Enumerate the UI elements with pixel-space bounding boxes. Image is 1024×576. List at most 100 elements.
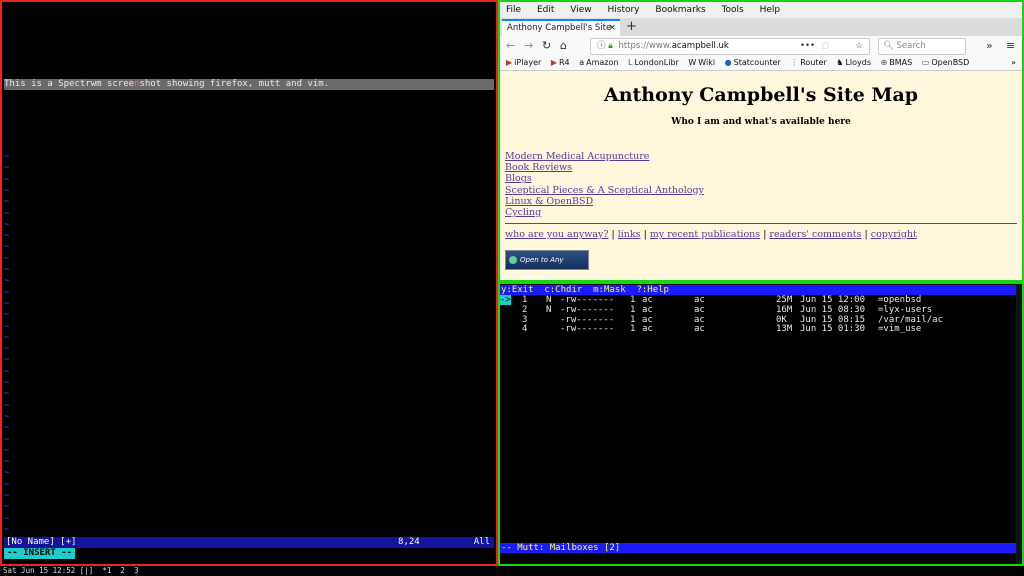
vim-tilde: ~ [4,446,10,456]
vim-buffer-name: [No Name] [+] [6,537,77,547]
vim-text-line[interactable]: This is a Spectrwm screenshot showing fi… [4,79,494,90]
menu-edit[interactable]: Edit [537,5,554,15]
mailbox-num: 1 [522,295,528,305]
vim-tilde: ~ [4,525,10,535]
reload-icon[interactable]: ↻ [542,39,551,53]
search-icon: 🔍︎ [883,41,894,51]
vim-tilde: ~ [4,299,10,309]
new-tab-button[interactable]: + [626,18,637,35]
mutt-scrollbar[interactable] [1016,284,1022,564]
menu-tools[interactable]: Tools [722,5,744,15]
mailbox-name: =openbsd [878,295,922,305]
page-subtitle: Who I am and what's available here [671,117,851,127]
mailbox-size: 13M [776,324,793,335]
menu-file[interactable]: File [506,5,521,15]
bookmark-iplayer[interactable]: ▶ iPlayer [506,58,541,67]
vim-tilde: ~ [4,322,10,332]
link-book-reviews[interactable]: Book Reviews [505,162,704,173]
mailbox-size: 0K [776,314,787,325]
vim-tilde: ~ [4,220,10,230]
vim-tilde: ~ [4,423,10,433]
link-blogs[interactable]: Blogs [505,173,704,184]
r4-icon: ▶ [550,58,557,67]
info-icon[interactable]: ⓘ [597,41,606,51]
bookmark-r4[interactable]: ▶ R4 [551,58,570,67]
mutt-window[interactable]: y:Exit c:Chdir m:Mask ?:Help -> 1 N -rw----… [498,282,1024,566]
vim-tilde: ~ [4,412,10,422]
home-icon[interactable]: ⌂ [560,39,567,53]
statcounter-icon: ● [724,58,732,67]
tab-active[interactable]: Anthony Campbell's Site × [502,19,620,36]
firefox-window[interactable]: File Edit View History Bookmarks Tools H… [498,0,1024,282]
vim-tilde: ~ [4,254,10,264]
link-who-are-you[interactable]: who are you anyway? [505,229,608,240]
vim-window[interactable]: This is a Spectrwm screenshot showing fi… [0,0,498,566]
bookmarks-overflow-icon[interactable]: » [1011,56,1016,70]
hamburger-menu-icon[interactable]: ≡ [1006,39,1015,53]
divider [505,223,1017,224]
mailbox-row[interactable]: 2 N -rw------- 1 ac ac 16M Jun 15 08:30 =lyx-use… [500,305,1016,315]
bookmark-amazon[interactable]: a Amazon [579,58,618,67]
bookmark-statcounter[interactable]: ● Statcounter [725,58,781,67]
link-links[interactable]: links [618,229,641,240]
link-readers-comments[interactable]: readers' comments [769,229,861,240]
search-input[interactable]: 🔍︎ Search [878,38,966,55]
vim-tilde: ~ [4,310,10,320]
vim-tilde: ~ [4,265,10,275]
bookmark-star-icon[interactable]: ☆ [855,39,863,54]
back-arrow-icon[interactable]: ← [506,39,515,53]
menu-view[interactable]: View [570,5,591,15]
bookmark-openbsd[interactable]: ▭ OpenBSD [922,58,970,67]
url-bar[interactable]: ⓘ 🔒︎ https://www.acampbell.uk ••• ◌ ☆ [590,38,870,55]
vim-tilde: ~ [4,231,10,241]
mailbox-date: Jun 15 08:30 [800,304,866,315]
spectrwm-status-bar: Sat Jun 15 12:52 [|] *1 2 3 [0,566,1024,576]
link-publications[interactable]: my recent publications [650,229,760,240]
vim-tilde: ~ [4,197,10,207]
mailbox-row[interactable]: 4 -rw------- 1 ac ac 13M Jun 15 01:30 =vim_use [500,324,1016,334]
bookmark-wiki[interactable]: W Wiki [688,58,715,67]
mutt-help-bar: y:Exit c:Chdir m:Mask ?:Help [500,285,1016,295]
vim-tilde: ~ [4,209,10,219]
mailbox-name: =vim_use [878,324,922,335]
mailbox-group: ac [694,324,705,335]
lock-icon: 🔒︎ [608,41,613,51]
bookmark-lloyds[interactable]: ♞ Lloyds [836,58,871,67]
link-acupuncture[interactable]: Modern Medical Acupuncture [505,151,704,162]
mailbox-group: ac [694,314,705,325]
page-title: Anthony Campbell's Site Map [603,84,919,106]
mailbox-row[interactable]: 3 -rw------- 1 ac ac 0K Jun 15 08:15/var/mail/… [500,315,1016,325]
link-sceptical-pieces[interactable]: Sceptical Pieces & A Sceptical Anthology [505,185,704,196]
vim-tilde: ~ [4,175,10,185]
url-protocol: https://www. [618,41,672,51]
mailbox-user: ac [642,324,653,335]
menu-history[interactable]: History [607,5,639,15]
menu-help[interactable]: Help [760,5,781,15]
close-tab-icon[interactable]: × [608,21,616,35]
link-cycling[interactable]: Cycling [505,207,704,218]
bookmark-londonlibr[interactable]: L LondonLibr [628,58,679,67]
vim-tilde: ~ [4,163,10,173]
url-host: acampbell.uk [671,41,729,51]
menu-bar: File Edit View History Bookmarks Tools H… [500,2,1022,18]
menu-bookmarks[interactable]: Bookmarks [655,5,705,15]
folder-icon: ▭ [921,58,930,67]
mailbox-row[interactable]: -> 1 N -rw------- 1 ac ac 25M Jun 15 12:00 =openb… [500,295,1016,305]
any-browser-badge[interactable]: Open to Any Browser... [505,250,589,280]
page-actions-icon[interactable]: ••• [800,39,815,54]
bmas-icon: ⊕ [880,58,888,67]
vim-tilde: ~ [4,457,10,467]
link-linux-openbsd[interactable]: Linux & OpenBSD [505,196,704,207]
mailbox-num: 2 [522,304,528,315]
toolbar-overflow-icon[interactable]: » [986,39,993,53]
vim-mode-indicator: -- INSERT -- [4,548,76,559]
mailbox-group: ac [694,304,705,315]
bookmark-bmas[interactable]: ⊕ BMAS [881,58,913,67]
loading-icon: ◌ [821,41,829,51]
link-copyright[interactable]: copyright [871,229,917,240]
mailbox-group: ac [694,295,705,305]
mailbox-size: 16M [776,304,793,315]
forward-arrow-icon[interactable]: → [524,39,533,53]
bookmark-router[interactable]: ⋮ Router [790,58,827,67]
mailbox-perm: -rw------- [560,314,615,325]
